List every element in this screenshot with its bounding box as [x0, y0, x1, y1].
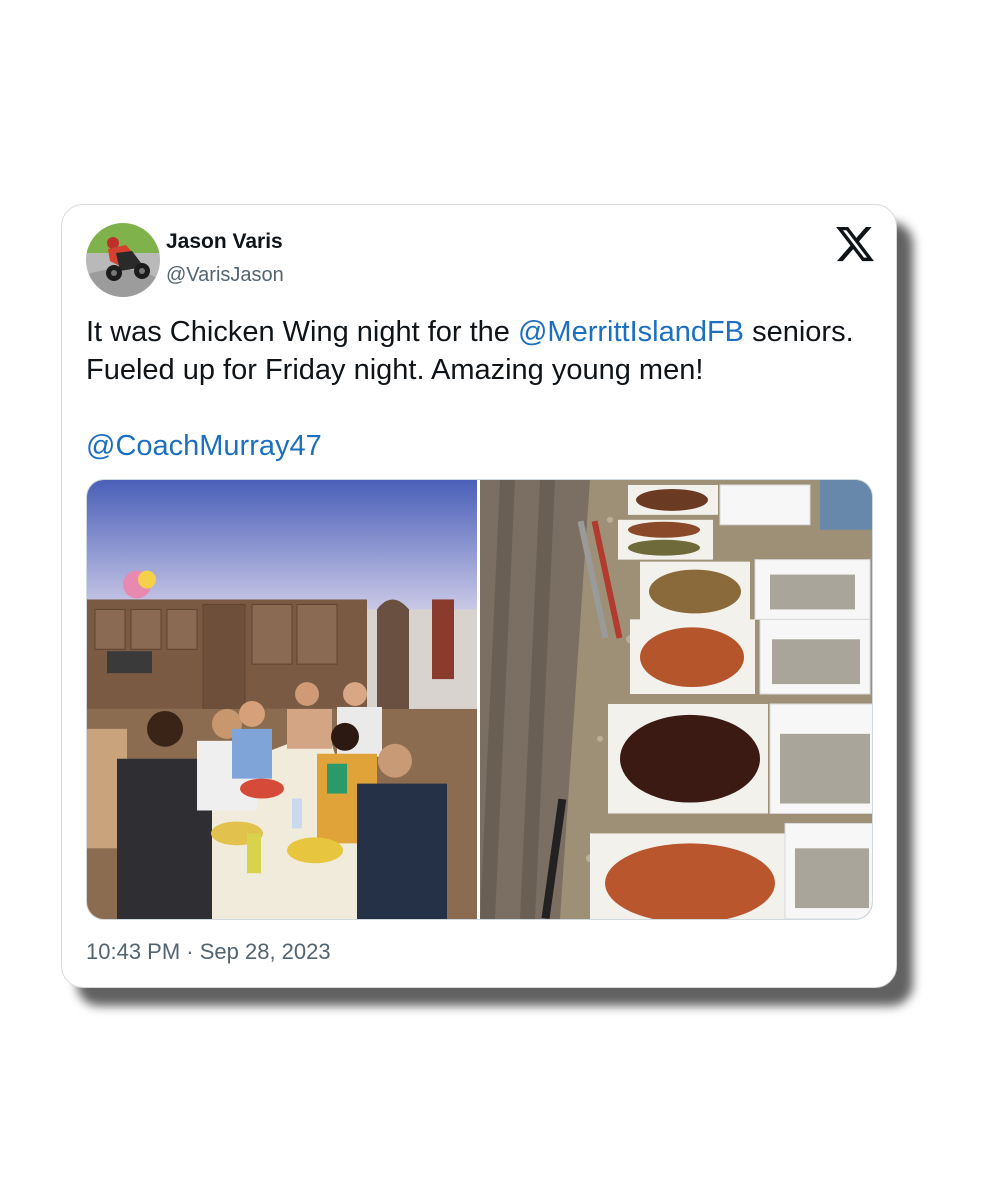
- motorcycle-rider-avatar-image: [86, 223, 160, 297]
- author-avatar[interactable]: [86, 223, 160, 297]
- tweet-text: It was Chicken Wing night for the @Merri…: [86, 313, 876, 465]
- x-logo-icon[interactable]: [834, 223, 876, 265]
- chicken-wings-trays-photo[interactable]: [480, 480, 873, 919]
- tweet-media: [86, 479, 873, 920]
- author-handle[interactable]: @VarisJason: [166, 264, 284, 287]
- team-dinner-photo[interactable]: [87, 480, 477, 919]
- tweet-text-part-1: It was Chicken Wing night for the: [86, 316, 518, 348]
- tweet-timestamp[interactable]: 10:43 PM · Sep 28, 2023: [86, 939, 331, 965]
- author-name[interactable]: Jason Varis: [166, 230, 283, 254]
- mention-coachmurray47-link[interactable]: @CoachMurray47: [86, 430, 322, 462]
- tweet-card: Jason Varis @VarisJason It was Chicken W…: [61, 204, 897, 988]
- mention-merrittislandfb-link[interactable]: @MerrittIslandFB: [518, 316, 744, 348]
